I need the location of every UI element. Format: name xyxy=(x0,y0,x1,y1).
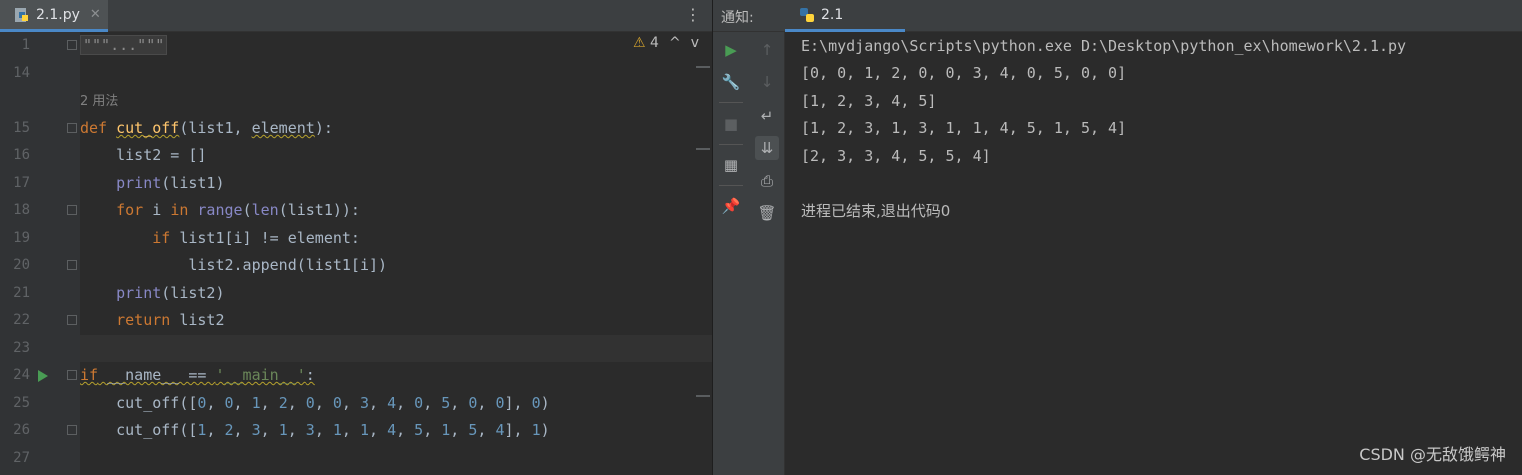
editor-tab-2-1-py[interactable]: 2.1.py ✕ xyxy=(0,0,108,32)
fold-end-icon[interactable] xyxy=(67,260,77,270)
code-line-18: for i in range(len(list1)): xyxy=(116,201,360,219)
editor-tab-bar: 2.1.py ✕ ⋮ xyxy=(0,0,713,32)
code-line-20: list2.append(list1[i]) xyxy=(80,256,388,274)
editor-tab-label: 2.1.py xyxy=(36,6,80,23)
fold-end-icon[interactable] xyxy=(67,425,77,435)
line-number: 21 xyxy=(13,285,30,301)
warning-counter[interactable]: ⚠ 4 xyxy=(633,35,659,51)
line-number: 14 xyxy=(13,65,30,81)
line-number: 19 xyxy=(13,230,30,246)
up-arrow-icon[interactable]: ↑ xyxy=(755,38,779,62)
print-icon[interactable]: ⎙ xyxy=(755,169,779,193)
wrench-icon[interactable]: 🔧 xyxy=(719,70,743,94)
warning-icon: ⚠ xyxy=(633,35,646,51)
scrollbar-marker[interactable] xyxy=(696,66,710,68)
layout-icon[interactable]: ▦ xyxy=(719,153,743,177)
code-line-1: """...""" xyxy=(80,32,713,59)
trash-icon[interactable]: 🗑 xyxy=(755,201,779,225)
console-line: E:\mydjango\Scripts\python.exe D:\Deskto… xyxy=(801,37,1407,55)
inspection-widget[interactable]: ⚠ 4 ^ v xyxy=(633,35,699,51)
line-number: 17 xyxy=(13,175,30,191)
line-number: 20 xyxy=(13,257,30,273)
fold-toggle-icon[interactable] xyxy=(67,370,77,380)
run-tab-bar: 通知: 2.1 xyxy=(713,0,1522,32)
line-number: 25 xyxy=(13,395,30,411)
line-number: 27 xyxy=(13,450,30,466)
tab-options-icon[interactable]: ⋮ xyxy=(685,6,701,24)
line-number: 16 xyxy=(13,147,30,163)
code-line-22: return list2 xyxy=(116,311,225,329)
line-number: 24 xyxy=(13,367,30,383)
soft-wrap-icon[interactable]: ↵ xyxy=(755,104,779,128)
code-line-23-caret xyxy=(80,335,713,362)
run-tool-window: 通知: 2.1 ▶ 🔧 ■ ▦ 📌 ↑ ↓ ↵ ⇊ ⎙ 🗑 E:\mydjang… xyxy=(713,0,1522,475)
code-line-24: if __name__ == '__main__': xyxy=(80,366,315,384)
collapsed-docstring[interactable]: """...""" xyxy=(80,35,168,55)
fold-toggle-icon[interactable] xyxy=(67,40,77,50)
previous-highlight-icon[interactable]: ^ xyxy=(669,35,681,51)
console-exit-message: 进程已结束,退出代码0 xyxy=(801,202,951,220)
console-line: [1, 2, 3, 1, 3, 1, 1, 4, 5, 1, 5, 4] xyxy=(801,119,1127,137)
line-number: 15 xyxy=(13,120,30,136)
code-line-15: def cut_off(list1, element): xyxy=(80,119,333,137)
run-main-gutter-icon[interactable] xyxy=(38,370,48,382)
console-line: [1, 2, 3, 4, 5] xyxy=(801,92,937,110)
line-number: 26 xyxy=(13,422,30,438)
close-tab-icon[interactable]: ✕ xyxy=(90,7,101,22)
line-number: 1 xyxy=(21,37,30,53)
code-area[interactable]: """...""" 2 用法 def cut_off(list1, elemen… xyxy=(80,32,713,475)
code-line-21: print(list2) xyxy=(116,284,225,302)
scroll-to-end-icon[interactable]: ⇊ xyxy=(755,136,779,160)
python-file-icon xyxy=(15,7,28,22)
code-line-17: print(list1) xyxy=(116,174,225,192)
fold-end-icon[interactable] xyxy=(67,315,77,325)
watermark: CSDN @无敌饿鳄神 xyxy=(1359,445,1506,464)
code-line-25: cut_off([0, 0, 1, 2, 0, 0, 3, 4, 0, 5, 0… xyxy=(80,394,550,412)
run-toolbar: ▶ 🔧 ■ ▦ 📌 ↑ ↓ ↵ ⇊ ⎙ 🗑 xyxy=(713,32,785,475)
run-tab-2-1[interactable]: 2.1 xyxy=(785,0,905,32)
python-icon xyxy=(800,7,814,22)
line-number: 23 xyxy=(13,340,30,356)
toolbar-divider xyxy=(719,102,743,103)
console-line: [2, 3, 3, 4, 5, 5, 4] xyxy=(801,147,991,165)
toolbar-divider xyxy=(719,185,743,186)
editor-pane[interactable]: 2.1.py ✕ ⋮ 1 14 15 16 17 18 19 20 21 22 … xyxy=(0,0,713,475)
line-number: 22 xyxy=(13,312,30,328)
next-highlight-icon[interactable]: v xyxy=(691,35,699,51)
run-tab-label: 2.1 xyxy=(821,6,844,23)
line-gutter: 1 14 15 16 17 18 19 20 21 22 23 24 25 26… xyxy=(0,32,80,475)
console-output[interactable]: E:\mydjango\Scripts\python.exe D:\Deskto… xyxy=(801,32,1522,475)
fold-toggle-icon[interactable] xyxy=(67,123,77,133)
console-line: [0, 0, 1, 2, 0, 0, 3, 4, 0, 5, 0, 0] xyxy=(801,64,1127,82)
rerun-icon[interactable]: ▶ xyxy=(719,38,743,62)
scrollbar-marker[interactable] xyxy=(696,395,710,397)
warning-count: 4 xyxy=(650,35,659,51)
fold-toggle-icon[interactable] xyxy=(67,205,77,215)
pin-icon[interactable]: 📌 xyxy=(719,194,743,218)
code-line-26: cut_off([1, 2, 3, 1, 3, 1, 1, 4, 5, 1, 5… xyxy=(80,421,550,439)
stop-icon[interactable]: ■ xyxy=(719,112,743,136)
down-arrow-icon[interactable]: ↓ xyxy=(755,70,779,94)
run-window-title: 通知: xyxy=(721,10,754,26)
toolbar-divider xyxy=(719,144,743,145)
code-line-19: if list1[i] != element: xyxy=(152,229,360,247)
usage-hint[interactable]: 2 用法 xyxy=(80,88,118,115)
code-line-16: list2 = [] xyxy=(80,146,207,164)
line-number: 18 xyxy=(13,202,30,218)
scrollbar-marker[interactable] xyxy=(696,148,710,150)
